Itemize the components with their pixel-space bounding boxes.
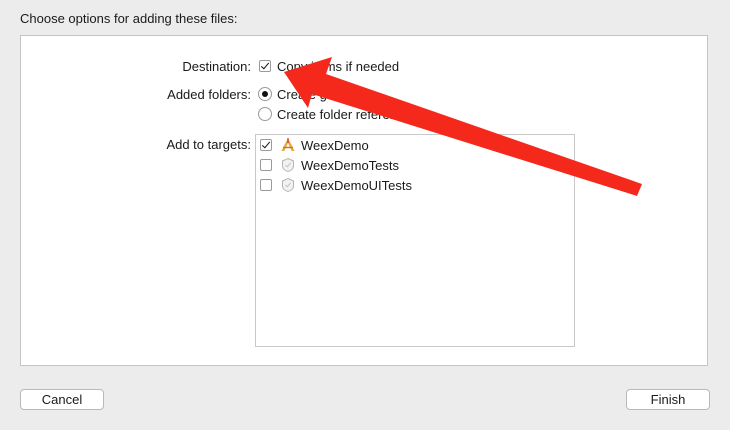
dialog-heading: Choose options for adding these files: bbox=[20, 11, 238, 26]
test-target-icon bbox=[282, 157, 294, 173]
add-to-targets-label: Add to targets: bbox=[166, 137, 251, 152]
target-row-weexdemouitests[interactable]: WeexDemoUITests bbox=[256, 175, 574, 195]
targets-list[interactable]: WeexDemo WeexDemoTests WeexDemoUITests bbox=[255, 134, 575, 347]
create-groups-radio[interactable] bbox=[258, 87, 272, 101]
target-name: WeexDemoUITests bbox=[301, 178, 413, 193]
target-name: WeexDemo bbox=[301, 138, 369, 153]
create-folder-references-label[interactable]: Create folder references bbox=[277, 107, 417, 122]
destination-label: Destination: bbox=[182, 59, 251, 74]
app-target-icon bbox=[281, 138, 295, 151]
options-panel: Destination: Copy items if needed Added … bbox=[20, 35, 708, 366]
create-folder-references-radio[interactable] bbox=[258, 107, 272, 121]
copy-items-checkbox[interactable] bbox=[259, 60, 271, 72]
target-name: WeexDemoTests bbox=[301, 158, 400, 173]
target-checkbox-weexdemotests[interactable] bbox=[260, 159, 272, 171]
target-checkbox-weexdemo[interactable] bbox=[260, 139, 272, 151]
target-row-weexdemo[interactable]: WeexDemo bbox=[256, 135, 574, 155]
cancel-button[interactable]: Cancel bbox=[20, 389, 104, 410]
target-row-weexdemotests[interactable]: WeexDemoTests bbox=[256, 155, 574, 175]
finish-button[interactable]: Finish bbox=[626, 389, 710, 410]
added-folders-label: Added folders: bbox=[167, 87, 251, 102]
target-checkbox-weexdemouitests[interactable] bbox=[260, 179, 272, 191]
create-groups-label[interactable]: Create groups bbox=[277, 87, 359, 102]
copy-items-label[interactable]: Copy items if needed bbox=[277, 59, 399, 74]
test-target-icon bbox=[282, 177, 294, 193]
